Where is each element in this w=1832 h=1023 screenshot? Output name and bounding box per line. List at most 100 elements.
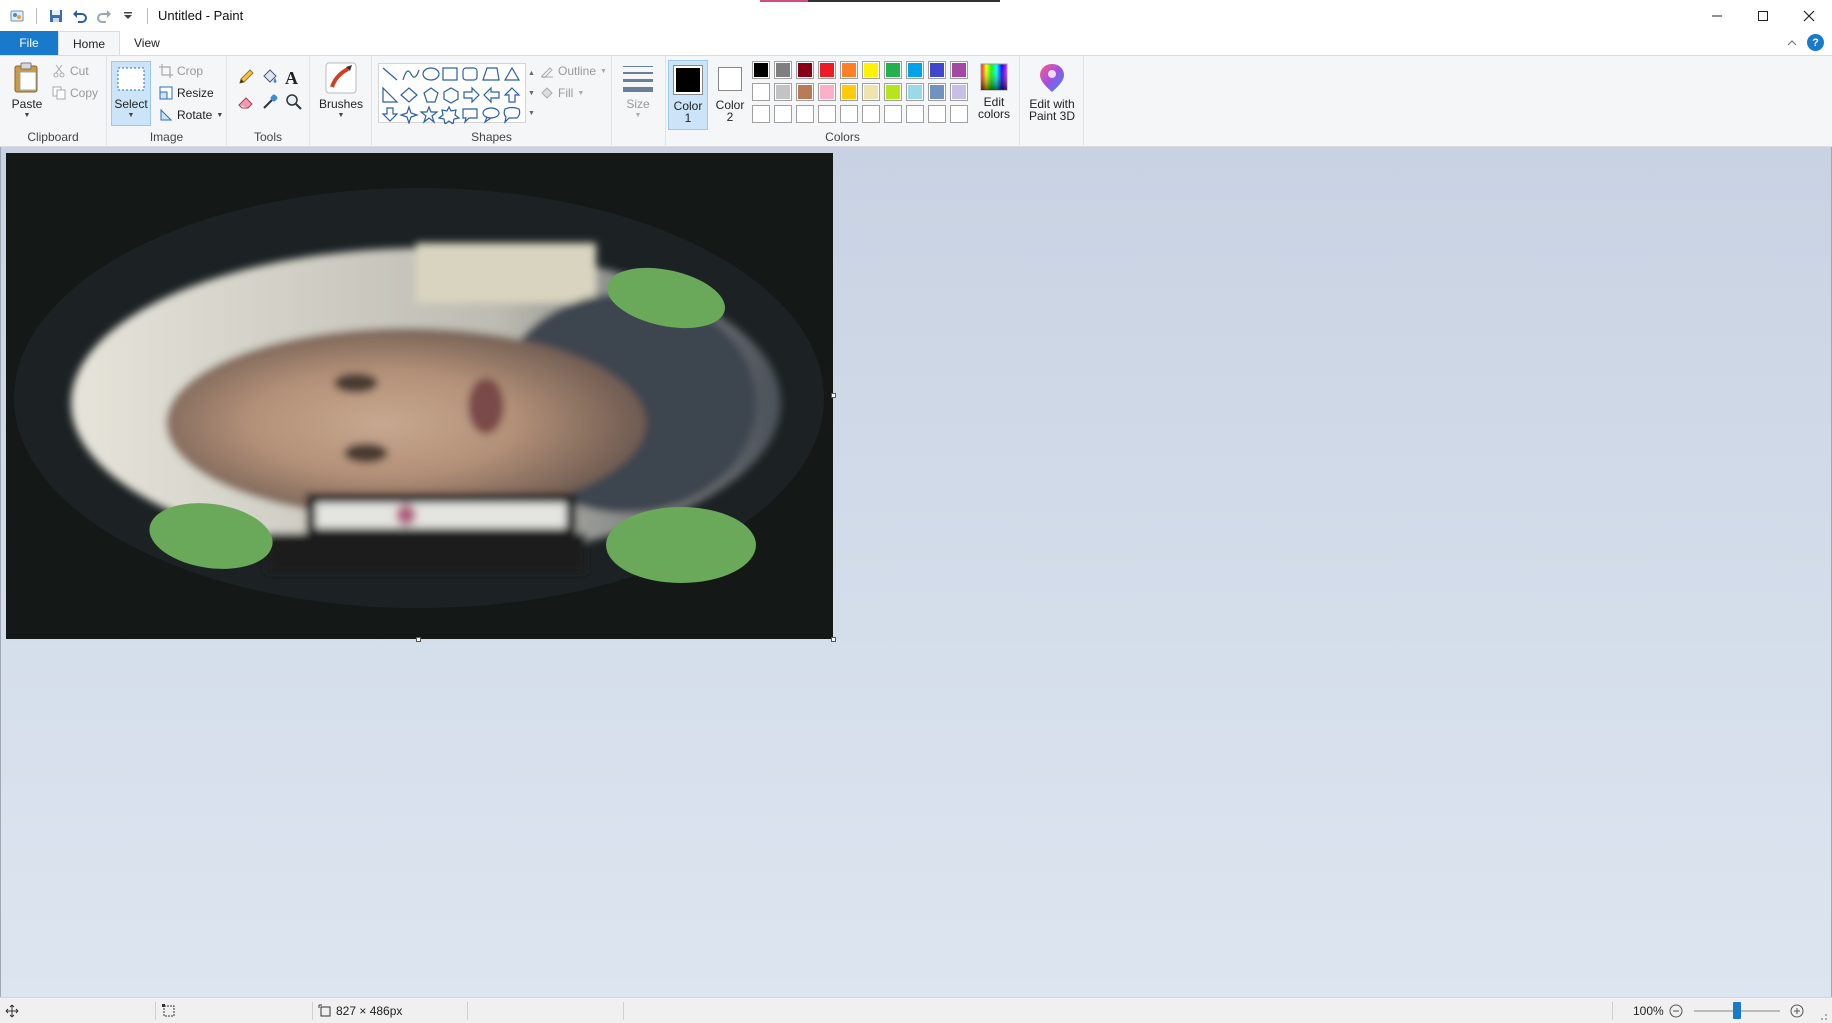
- outline-dropdown-icon[interactable]: ▼: [600, 68, 607, 75]
- palette-swatch[interactable]: [862, 61, 880, 79]
- palette-swatch-color: [952, 107, 966, 121]
- collapse-ribbon-icon[interactable]: [1787, 36, 1797, 50]
- palette-swatch[interactable]: [884, 105, 902, 123]
- palette-swatch[interactable]: [906, 105, 924, 123]
- undo-icon[interactable]: [71, 7, 89, 25]
- tab-view[interactable]: View: [120, 31, 174, 55]
- save-icon[interactable]: [47, 7, 65, 25]
- canvas-resize-handle-right[interactable]: [831, 393, 836, 398]
- clipboard-group: Paste ▼ Cut Copy Clipboard: [0, 56, 107, 147]
- edit-with-paint3d-button[interactable]: Edit with Paint 3D: [1024, 62, 1080, 122]
- palette-swatch[interactable]: [840, 61, 858, 79]
- maximize-button[interactable]: [1740, 0, 1786, 31]
- brushes-button[interactable]: Brushes ▼: [318, 61, 364, 122]
- resize-grip-icon[interactable]: [1818, 1010, 1828, 1023]
- crop-button[interactable]: Crop: [159, 61, 203, 81]
- shapes-group: ▲ ▼ ▼ Outline ▼ Fill ▼ Shapes: [372, 56, 612, 147]
- zoom-slider-thumb[interactable]: [1733, 1002, 1741, 1019]
- close-button[interactable]: [1786, 0, 1832, 31]
- text-tool-icon[interactable]: A: [285, 68, 298, 89]
- palette-swatch[interactable]: [752, 83, 770, 101]
- canvas-resize-handle-bottom[interactable]: [416, 637, 421, 642]
- outline-button[interactable]: Outline ▼: [540, 61, 607, 81]
- palette-swatch[interactable]: [752, 105, 770, 123]
- brushes-dropdown-icon[interactable]: ▼: [338, 110, 345, 122]
- color1-button[interactable]: Color 1: [668, 60, 708, 130]
- palette-swatch-color: [886, 85, 900, 99]
- select-button[interactable]: Select ▼: [111, 61, 151, 126]
- ribbon: Paste ▼ Cut Copy Clipboard Select ▼ Crop…: [0, 55, 1832, 147]
- window-controls: [1694, 0, 1832, 31]
- palette-swatch[interactable]: [774, 83, 792, 101]
- palette-swatch-color: [776, 63, 790, 77]
- palette-swatch-color: [820, 63, 834, 77]
- paste-dropdown-icon[interactable]: ▼: [24, 110, 31, 122]
- palette-swatch[interactable]: [950, 83, 968, 101]
- eraser-icon[interactable]: [237, 93, 255, 114]
- palette-swatch[interactable]: [818, 61, 836, 79]
- rotate-label: Rotate: [177, 108, 213, 122]
- palette-swatch-color: [930, 63, 944, 77]
- palette-swatch[interactable]: [906, 61, 924, 79]
- canvas-resize-handle-corner[interactable]: [831, 637, 836, 642]
- palette-swatch[interactable]: [796, 61, 814, 79]
- magnifier-icon[interactable]: [285, 93, 303, 114]
- palette-swatch[interactable]: [950, 61, 968, 79]
- shapes-gallery[interactable]: [378, 63, 526, 126]
- size-dropdown-icon[interactable]: ▼: [635, 110, 642, 122]
- color-spectrum-icon: [980, 63, 1008, 91]
- color-palette: [752, 61, 972, 127]
- palette-swatch[interactable]: [796, 105, 814, 123]
- drawing-canvas[interactable]: [6, 153, 833, 639]
- edit-colors-button[interactable]: Edit colors: [972, 62, 1016, 120]
- fill-bucket-icon[interactable]: [261, 68, 279, 89]
- paint-app-icon[interactable]: [8, 7, 26, 25]
- color-picker-icon[interactable]: [261, 93, 279, 114]
- resize-button[interactable]: Resize: [159, 83, 214, 103]
- paste-button[interactable]: Paste ▼: [8, 62, 46, 122]
- fill-button[interactable]: Fill ▼: [540, 83, 584, 103]
- palette-swatch[interactable]: [928, 105, 946, 123]
- zoom-in-button[interactable]: [1790, 1004, 1804, 1021]
- pencil-icon[interactable]: [237, 68, 255, 89]
- palette-swatch[interactable]: [752, 61, 770, 79]
- palette-swatch[interactable]: [840, 83, 858, 101]
- palette-swatch-color: [776, 85, 790, 99]
- palette-swatch[interactable]: [928, 83, 946, 101]
- palette-swatch[interactable]: [884, 83, 902, 101]
- zoom-level-text: 100%: [1633, 1004, 1664, 1018]
- colors-group: Color 1 Color 2 Edit colors Colors: [666, 56, 1020, 147]
- copy-button[interactable]: Copy: [52, 83, 98, 103]
- quick-access-toolbar: [0, 7, 152, 25]
- help-icon[interactable]: ?: [1807, 34, 1824, 51]
- palette-swatch[interactable]: [774, 61, 792, 79]
- select-dropdown-icon[interactable]: ▼: [128, 110, 135, 122]
- redo-icon[interactable]: [95, 7, 113, 25]
- palette-swatch-color: [798, 63, 812, 77]
- shapes-scroll[interactable]: ▲ ▼ ▼: [528, 64, 535, 124]
- palette-swatch[interactable]: [862, 83, 880, 101]
- palette-swatch[interactable]: [906, 83, 924, 101]
- palette-swatch[interactable]: [796, 83, 814, 101]
- customize-qat-icon[interactable]: [119, 7, 137, 25]
- size-button[interactable]: Size ▼: [618, 64, 658, 122]
- palette-swatch[interactable]: [862, 105, 880, 123]
- zoom-out-button[interactable]: [1669, 1004, 1683, 1021]
- tab-home[interactable]: Home: [58, 31, 121, 55]
- palette-swatch[interactable]: [928, 61, 946, 79]
- palette-swatch[interactable]: [818, 105, 836, 123]
- palette-swatch[interactable]: [818, 83, 836, 101]
- minimize-button[interactable]: [1694, 0, 1740, 31]
- cut-button[interactable]: Cut: [52, 61, 89, 81]
- palette-swatch[interactable]: [840, 105, 858, 123]
- palette-swatch[interactable]: [884, 61, 902, 79]
- palette-swatch[interactable]: [774, 105, 792, 123]
- rotate-dropdown-icon[interactable]: ▼: [216, 112, 223, 119]
- tab-file[interactable]: File: [0, 31, 58, 55]
- rotate-button[interactable]: Rotate ▼: [159, 105, 223, 125]
- fill-dropdown-icon[interactable]: ▼: [577, 90, 584, 97]
- color2-button[interactable]: Color 2: [710, 60, 750, 130]
- palette-swatch[interactable]: [950, 105, 968, 123]
- size-label: Size: [626, 97, 650, 111]
- fill-label: Fill: [558, 86, 574, 100]
